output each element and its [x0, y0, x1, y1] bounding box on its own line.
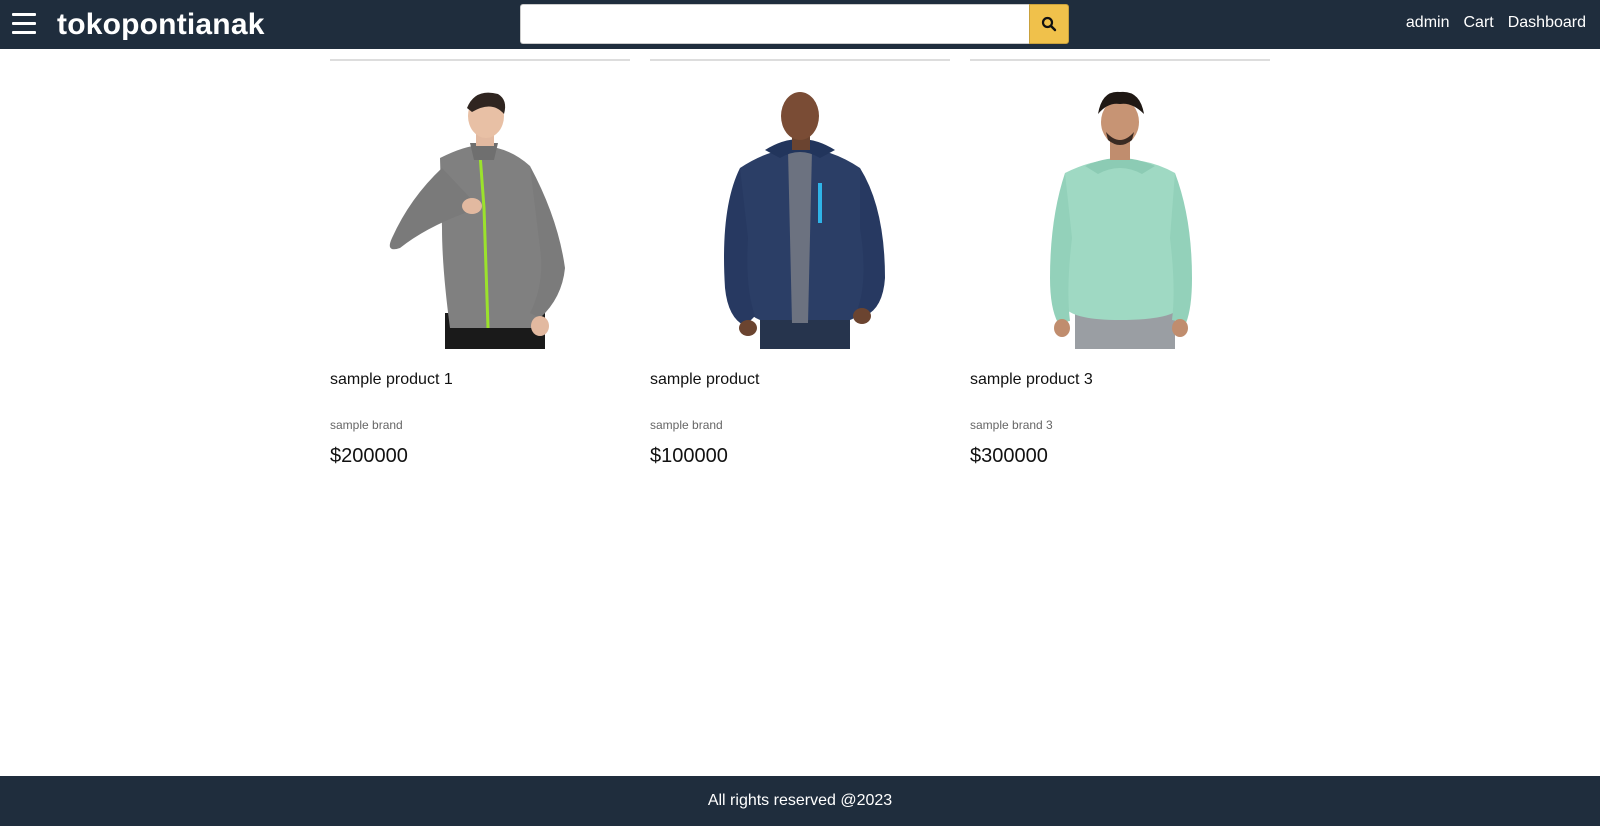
brand-logo[interactable]: tokopontianak: [57, 8, 265, 42]
man-gray-zip-jacket-image: [389, 92, 565, 349]
man-mint-hoodie-image: [1050, 91, 1192, 349]
top-navbar: tokopontianak admin Cart Dashboard: [0, 0, 1600, 49]
product-brand: sample brand: [650, 418, 723, 432]
product-price: $300000: [970, 445, 1048, 467]
product-image[interactable]: [970, 88, 1270, 349]
product-grid: sample product 1 sample brand $200000 sa…: [330, 59, 1270, 468]
product-card[interactable]: sample product sample brand $100000: [650, 59, 950, 468]
hamburger-menu-icon[interactable]: [12, 13, 36, 35]
product-name[interactable]: sample product 3: [970, 371, 1270, 391]
search-input[interactable]: [520, 4, 1029, 44]
product-name[interactable]: sample product: [650, 371, 950, 391]
nav-dashboard-link[interactable]: Dashboard: [1508, 14, 1586, 32]
product-image[interactable]: [650, 88, 950, 349]
product-price: $200000: [330, 445, 408, 467]
search-button[interactable]: [1029, 4, 1069, 44]
man-navy-hoodie-jacket-image: [724, 92, 885, 349]
nav-cart-link[interactable]: Cart: [1463, 14, 1493, 32]
footer-text: All rights reserved @2023: [707, 792, 893, 809]
search-form: [520, 4, 1069, 44]
product-brand: sample brand: [330, 418, 403, 432]
user-nav: admin Cart Dashboard: [1406, 14, 1586, 32]
product-price: $100000: [650, 445, 728, 467]
nav-admin-link[interactable]: admin: [1406, 14, 1450, 32]
product-name[interactable]: sample product 1: [330, 371, 630, 391]
product-card[interactable]: sample product 3 sample brand 3 $300000: [970, 59, 1270, 468]
product-image[interactable]: [330, 88, 630, 349]
search-icon: [1041, 16, 1057, 32]
product-card[interactable]: sample product 1 sample brand $200000: [330, 59, 630, 468]
product-brand: sample brand 3: [970, 418, 1053, 432]
page-footer: All rights reserved @2023: [0, 776, 1600, 826]
